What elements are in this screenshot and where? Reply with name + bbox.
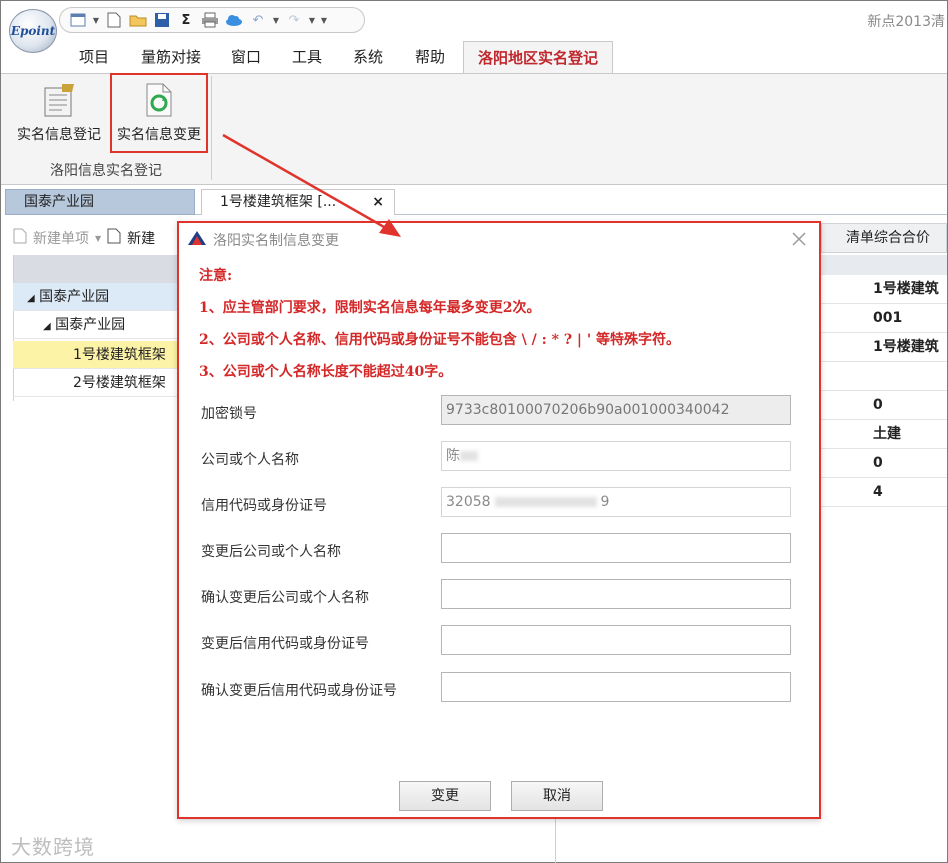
cancel-button[interactable]: 取消 <box>511 781 603 811</box>
name-field-value: 陈 <box>446 448 460 464</box>
confirm-credit-input[interactable] <box>441 672 791 702</box>
confirm-name-input[interactable] <box>441 579 791 609</box>
undo-icon[interactable]: ↶ <box>248 11 268 29</box>
logo-text: Epoint <box>10 24 56 38</box>
doc-tab-building-label: 1号楼建筑框架 [... <box>220 194 337 210</box>
tab-tools[interactable]: 工具 <box>292 47 322 73</box>
sum-icon[interactable]: Σ <box>176 11 196 29</box>
title-bar: Epoint ▼ Σ ↶ ▼ ↷ ▼ ▼ 新点2013清 <box>1 1 947 53</box>
window-icon[interactable] <box>68 11 88 29</box>
confirm-credit-label: 确认变更后信用代码或身份证号 <box>201 683 397 699</box>
expand-icon[interactable]: ◢ <box>27 293 35 304</box>
new-item-icon[interactable] <box>13 228 27 248</box>
chevron-down-icon[interactable]: ▼ <box>92 11 100 29</box>
grid-cell[interactable]: 0 <box>821 449 947 478</box>
grid-cell[interactable]: 001 <box>821 304 947 333</box>
watermark: 大数跨境 <box>11 835 95 859</box>
tree-node-building-1[interactable]: 1号楼建筑框架 <box>13 341 179 369</box>
register-button-label: 实名信息登记 <box>17 127 101 143</box>
new-name-input[interactable] <box>441 533 791 563</box>
app-title: 新点2013清 <box>867 14 945 30</box>
grid-column-header[interactable]: 清单综合合价 <box>821 223 947 253</box>
redacted-blur <box>460 451 478 461</box>
new-credit-input[interactable] <box>441 625 791 655</box>
grid-cell[interactable]: 土建 <box>821 420 947 449</box>
credit-field-suffix: 9 <box>600 494 610 510</box>
undo-dropdown-icon[interactable]: ▼ <box>272 11 280 29</box>
name-label: 公司或个人名称 <box>201 452 299 468</box>
app-logo[interactable]: Epoint <box>9 9 57 53</box>
app-triangle-icon <box>187 230 207 250</box>
new-button[interactable]: 新建 <box>127 228 155 248</box>
redo-icon[interactable]: ↷ <box>284 11 304 29</box>
ribbon-group-label: 洛阳信息实名登记 <box>50 163 162 179</box>
new-credit-label: 变更后信用代码或身份证号 <box>201 636 369 652</box>
dialog-title-bar: 洛阳实名制信息变更 <box>187 229 339 251</box>
new-doc-icon[interactable] <box>107 228 121 248</box>
realname-register-button[interactable]: 实名信息登记 <box>11 82 107 143</box>
tree-header <box>13 255 179 283</box>
notice-line-1: 1、应主管部门要求，限制实名信息每年最多变更2次。 <box>199 300 541 316</box>
grid-divider <box>555 817 556 863</box>
realname-change-dialog: 洛阳实名制信息变更 注意: 1、应主管部门要求，限制实名信息每年最多变更2次。 … <box>177 221 821 819</box>
new-item-dropdown-icon[interactable]: ▼ <box>95 234 101 243</box>
ribbon-tabs: 项目 量筋对接 窗口 工具 系统 帮助 洛阳地区实名登记 <box>1 41 947 73</box>
credit-field-prefix: 32058 <box>446 494 491 510</box>
print-icon[interactable] <box>200 11 220 29</box>
grid-cell[interactable]: 1号楼建筑 <box>821 275 947 304</box>
new-item-button[interactable]: 新建单项 <box>33 228 89 248</box>
expand-icon[interactable]: ◢ <box>43 321 51 332</box>
cloud-icon[interactable] <box>224 11 244 29</box>
register-form-icon <box>42 82 76 118</box>
tree-node-project[interactable]: ◢ 国泰产业园 <box>13 311 179 339</box>
new-name-label: 变更后公司或个人名称 <box>201 544 341 560</box>
grid-cell[interactable]: 4 <box>821 478 947 507</box>
notice-line-3: 3、公司或个人名称长度不能超过40字。 <box>199 364 453 380</box>
credit-field: 32058 9 <box>441 487 791 517</box>
tab-system[interactable]: 系统 <box>353 47 383 73</box>
notice-heading: 注意: <box>199 268 233 284</box>
open-folder-icon[interactable] <box>128 11 148 29</box>
confirm-name-label: 确认变更后公司或个人名称 <box>201 590 369 606</box>
ribbon-separator <box>211 76 212 180</box>
tree-node-label: 国泰产业园 <box>39 289 110 305</box>
doc-tab-project[interactable]: 国泰产业园 <box>5 189 195 215</box>
tab-window[interactable]: 窗口 <box>231 47 261 73</box>
tab-rebar-link[interactable]: 量筋对接 <box>141 47 201 73</box>
credit-label: 信用代码或身份证号 <box>201 498 327 514</box>
app-window: Epoint ▼ Σ ↶ ▼ ↷ ▼ ▼ 新点2013清 项目 量筋对接 窗口 … <box>0 0 948 863</box>
grid-cell[interactable]: 1号楼建筑 <box>821 333 947 362</box>
grid-header-band <box>821 255 947 275</box>
tree-node-building-2[interactable]: 2号楼建筑框架 <box>13 369 179 397</box>
document-tabs: 国泰产业园 1号楼建筑框架 [... × <box>5 187 947 215</box>
tree-node-label: 国泰产业园 <box>55 317 126 333</box>
quick-access-toolbar: ▼ Σ ↶ ▼ ↷ ▼ ▼ <box>59 7 365 33</box>
dialog-title: 洛阳实名制信息变更 <box>213 233 339 249</box>
notice-line-2: 2、公司或个人名称、信用代码或身份证号不能包含 \ / : * ? | ' 等特… <box>199 332 681 348</box>
save-icon[interactable] <box>152 11 172 29</box>
close-icon[interactable]: × <box>372 190 384 214</box>
tab-luoyang-realname[interactable]: 洛阳地区实名登记 <box>463 41 614 73</box>
customize-dropdown-icon[interactable]: ▼ <box>320 11 328 29</box>
lock-no-label: 加密锁号 <box>201 406 257 422</box>
tab-project[interactable]: 项目 <box>79 47 109 73</box>
grid-cell[interactable] <box>821 362 947 391</box>
close-icon[interactable] <box>791 231 807 247</box>
tree-node-root[interactable]: ◢ 国泰产业园 <box>13 283 179 311</box>
confirm-change-button[interactable]: 变更 <box>399 781 491 811</box>
redo-dropdown-icon[interactable]: ▼ <box>308 11 316 29</box>
tab-help[interactable]: 帮助 <box>415 47 445 73</box>
grid-cell[interactable]: 0 <box>821 391 947 420</box>
redacted-blur <box>494 497 597 507</box>
lock-no-field: 9733c80100070206b90a001000340042 <box>441 395 791 425</box>
name-field: 陈 <box>441 441 791 471</box>
change-button-highlight <box>110 73 208 153</box>
doc-tab-building[interactable]: 1号楼建筑框架 [... × <box>201 189 395 215</box>
new-file-icon[interactable] <box>104 11 124 29</box>
